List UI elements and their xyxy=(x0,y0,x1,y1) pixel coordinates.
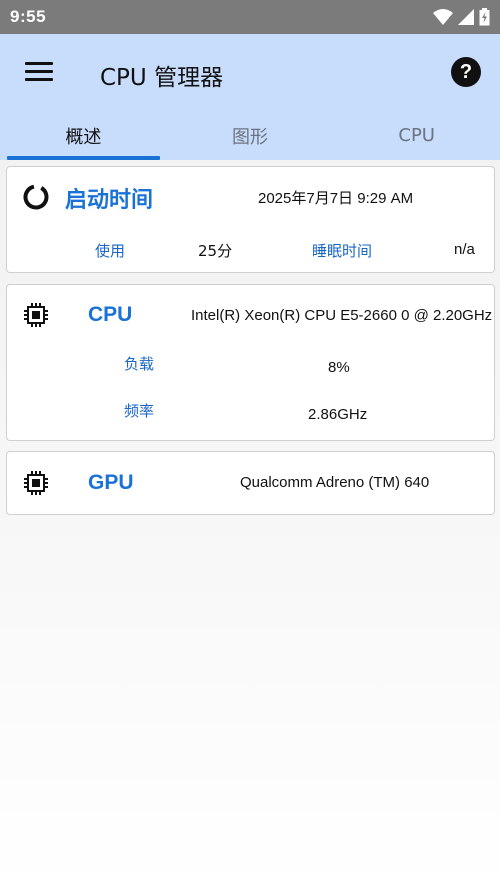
cpu-chip-icon xyxy=(24,303,48,327)
gpu-card: GPU Qualcomm Adreno (TM) 640 xyxy=(6,451,495,515)
cpu-load-value: 8% xyxy=(328,359,350,376)
boot-time-value: 2025年7月7日 9:29 AM xyxy=(258,190,414,207)
uptime-progress-icon xyxy=(23,184,49,210)
gpu-model-value: Qualcomm Adreno (TM) 640 xyxy=(240,474,430,491)
cpu-load-label: 负载 xyxy=(124,355,155,373)
sleep-time-label: 睡眠时间 xyxy=(312,242,373,260)
cpu-card: CPU Intel(R) Xeon(R) CPU E5-2660 0 @ 2.2… xyxy=(6,284,495,441)
signal-icon xyxy=(458,9,474,25)
status-bar: 9:55 xyxy=(0,0,500,34)
uptime-card: 启动时间 2025年7月7日 9:29 AM 使用 25分 睡眠时间 n/a xyxy=(6,166,495,273)
cpu-title: CPU xyxy=(88,303,133,326)
wifi-icon xyxy=(433,9,453,25)
cpu-model-value: Intel(R) Xeon(R) CPU E5-2660 0 @ 2.20GHz xyxy=(191,307,493,324)
tab-cpu[interactable]: CPU xyxy=(333,111,500,160)
tab-bar: 概述 图形 CPU xyxy=(0,111,500,160)
status-time: 9:55 xyxy=(10,7,47,26)
tab-graphics[interactable]: 图形 xyxy=(167,111,334,160)
cpu-freq-label: 频率 xyxy=(124,402,155,420)
menu-icon[interactable] xyxy=(25,62,53,82)
cpu-freq-value: 2.86GHz xyxy=(308,406,368,423)
help-icon[interactable]: ? xyxy=(451,57,481,87)
sleep-time-value: n/a xyxy=(454,241,475,258)
gpu-title: GPU xyxy=(88,471,134,494)
uptime-title: 启动时间 xyxy=(65,188,154,213)
gpu-chip-icon xyxy=(24,471,48,495)
usage-value: 25分 xyxy=(198,242,233,260)
tab-overview[interactable]: 概述 xyxy=(0,111,167,160)
app-title: CPU 管理器 xyxy=(100,65,224,91)
status-icons xyxy=(433,8,490,26)
app-bar: CPU 管理器 ? xyxy=(0,34,500,111)
battery-icon xyxy=(479,8,490,26)
usage-label: 使用 xyxy=(95,242,126,260)
